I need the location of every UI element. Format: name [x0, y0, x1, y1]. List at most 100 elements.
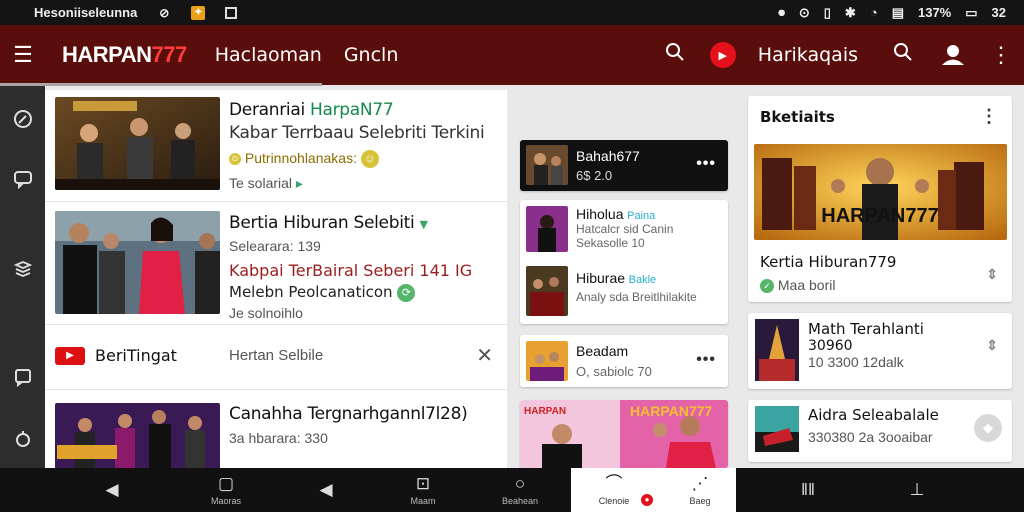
feed-meta-2: Je solnoihlo: [229, 304, 303, 321]
bottom-nav-share[interactable]: ⋰ Baeg: [670, 468, 730, 512]
feed-thumbnail[interactable]: [55, 97, 220, 190]
refresh-icon[interactable]: [0, 416, 45, 461]
device-icon[interactable]: ⊥: [887, 468, 947, 512]
list-card-title: Math Terahlanti: [808, 320, 924, 338]
mini-card-item[interactable]: Hiburae Bakle Analy sda Breitlhilakite: [576, 270, 722, 304]
more-vert-icon[interactable]: ⋮: [978, 42, 1024, 68]
list-card-title: Aidra Seleabalale: [808, 406, 939, 424]
bluetooth-icon: ✱: [844, 4, 856, 20]
nav-tab-1[interactable]: Haclaoman: [215, 44, 322, 66]
bottom-nav-profile[interactable]: ⌒ Clenoie: [584, 468, 644, 512]
notification-badge: ●: [641, 494, 653, 506]
list-card-thumbnail: [755, 319, 799, 381]
featured-card[interactable]: Bketiaits ⋮ HARPAN777 Kertia Hiburan779 …: [748, 96, 1012, 302]
bottom-nav-label: Beahean: [501, 495, 539, 506]
poster-text: HARPAN777: [630, 403, 712, 419]
expand-icon[interactable]: ▼: [420, 218, 428, 231]
search-icon-2[interactable]: [886, 42, 920, 68]
bottom-nav-gallery[interactable]: ⊡ Maam: [393, 468, 453, 512]
featured-banner[interactable]: HARPAN777: [754, 144, 1007, 240]
feed-item[interactable]: Canahha Tergnarhgannl7l28) 3a hbarara: 3…: [45, 390, 507, 468]
banner-label[interactable]: BeriTingat: [95, 346, 177, 365]
list-card-text: Aidra Seleabalale 330380 2a 3ooaibar: [808, 406, 939, 445]
feed-meta: 3a hbarara: 330: [229, 430, 328, 446]
layers-icon[interactable]: [0, 246, 45, 291]
chat-bubble-icon[interactable]: ◆: [974, 414, 1002, 442]
bottom-nav-home[interactable]: ▢ Maoras: [196, 468, 256, 512]
sort-icon[interactable]: ⇕: [986, 266, 998, 283]
more-vert-icon[interactable]: ⋮: [980, 106, 998, 127]
poster-image: HARPAN HARPAN777: [520, 400, 728, 468]
cast-icon: ⊘: [159, 5, 170, 20]
home-square-icon: ▢: [217, 473, 235, 493]
feed-meta: Te solarial ▸: [229, 175, 499, 192]
feed-meta-arrow: ▸: [295, 175, 303, 192]
verified-icon: ⟳: [397, 283, 416, 302]
more-dots-icon[interactable]: •••: [696, 351, 716, 369]
app-bar: ☰ HARPAN777 Haclaoman Gncln ▶ Harikaqais…: [0, 25, 1024, 85]
circle-icon: ○: [514, 473, 526, 493]
clock-text: 32: [991, 5, 1006, 20]
banner-hint[interactable]: Hertan Selbile: [229, 347, 323, 364]
message-icon[interactable]: [0, 354, 45, 399]
mini-card-sub: Hatcalcr sid Canin: [576, 222, 674, 236]
bottom-nav-label: Baeg: [689, 495, 711, 506]
close-icon[interactable]: ✕: [476, 343, 493, 368]
mini-card-tag: Paina: [627, 210, 656, 222]
mini-card-thumbnail: [526, 341, 568, 381]
feed-title[interactable]: Canahha Tergnarhgannl7l28): [229, 404, 499, 424]
feed-thumbnail[interactable]: [55, 211, 220, 314]
mini-card[interactable]: Beadam O, sabiolc 70 •••: [520, 335, 728, 387]
mini-card-sub: Analy sda Breitlhilakite: [576, 290, 697, 304]
list-card[interactable]: Math Terahlanti 30960 10 3300 12dalk ⇕: [748, 313, 1012, 389]
mini-card[interactable]: Bahah677 6$ 2.0 •••: [520, 140, 728, 191]
feed-tag: ⊙ Putrinnohlanakas: ☺: [229, 150, 499, 169]
play-icon[interactable]: ◀: [296, 468, 356, 512]
feed-red-headline: Kabpai TerBairal Seberi 141 IG: [229, 261, 473, 280]
search-icon[interactable]: [658, 42, 692, 68]
mini-card-name: Hiholua: [576, 206, 624, 222]
nav-tab-2[interactable]: Gncln: [344, 44, 399, 66]
battery-icon: ▭: [965, 4, 978, 20]
mini-card-list: Hiholua Paina Hatcalcr sid Canin Sekasol…: [520, 200, 728, 324]
feed-title[interactable]: Deranriai HarpaN77: [229, 100, 499, 120]
mini-card-item[interactable]: Hiholua Paina Hatcalcr sid Canin Sekasol…: [576, 206, 722, 250]
record-icon[interactable]: ▶: [709, 42, 736, 68]
bottom-nav: ◀ ▢ Maoras ◀ ⊡ Maam ○ Beahean ⌒ Clenoie ● ⋰ B…: [0, 468, 1024, 512]
bottom-nav-label: Clenoie: [598, 495, 630, 506]
feed-subtitle: Kabar Terrbaau Selebriti Terkini: [229, 123, 485, 143]
app-logo[interactable]: HARPAN777: [62, 42, 187, 68]
share-icon: ⋰: [691, 473, 709, 493]
status-app-name: Hesoniiseleunna: [34, 5, 138, 20]
feed-banner-row[interactable]: ▶ BeriTingat Hertan Selbile ✕: [45, 325, 507, 390]
verified-icon: ✓: [760, 279, 774, 294]
list-card[interactable]: Aidra Seleabalale 330380 2a 3ooaibar ◆: [748, 400, 1012, 462]
hamburger-menu-icon[interactable]: ☰: [0, 42, 46, 68]
wifi-icon: ◔: [869, 5, 878, 20]
poster-text-left: HARPAN: [524, 406, 566, 417]
mini-card-thumbnail: [526, 145, 568, 185]
back-icon[interactable]: ◀: [82, 468, 142, 512]
battery-percent: 137%: [917, 5, 952, 20]
account-icon[interactable]: [938, 44, 968, 66]
compass-icon[interactable]: [0, 96, 45, 141]
feed-title[interactable]: Bertia Hiburan Selebiti ▼: [229, 213, 499, 233]
featured-caption: Kertia Hiburan779: [760, 253, 897, 271]
feed-green-line: Melebn Peolcanaticon ⟳: [229, 283, 499, 302]
bars-icon[interactable]: ‖‖: [778, 468, 838, 512]
mini-card-thumbnail: [526, 266, 568, 316]
poster-card[interactable]: HARPAN HARPAN777: [520, 400, 728, 468]
feed-title-accent: HarpaN77: [310, 100, 394, 120]
feed-thumbnail[interactable]: [55, 403, 220, 468]
bottom-nav-circle[interactable]: ○ Beahean: [490, 468, 550, 512]
account-title[interactable]: Harikaqais: [758, 44, 858, 66]
mini-card-name: Hiburae: [576, 270, 626, 286]
feed-title-prefix: Deranriai: [229, 100, 310, 120]
more-dots-icon[interactable]: •••: [696, 155, 716, 173]
feed-item[interactable]: Bertia Hiburan Selebiti ▼ Selearara: 139…: [45, 202, 507, 325]
chat-icon[interactable]: [0, 156, 45, 201]
sort-icon[interactable]: ⇕: [986, 337, 998, 354]
active-tab-indicator: [0, 83, 322, 86]
featured-banner-text: HARPAN777: [821, 205, 938, 227]
feed-item[interactable]: Deranriai HarpaN77 Kabar Terrbaau Selebr…: [45, 90, 507, 202]
